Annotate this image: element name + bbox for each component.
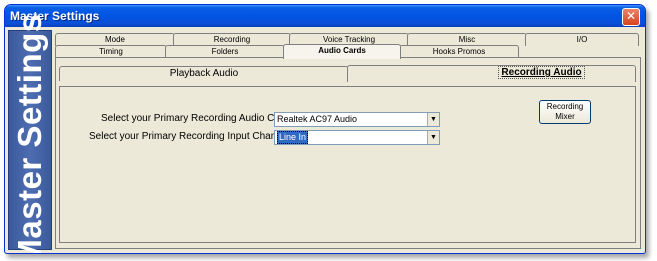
card-label: Select your Primary Recording Audio Card — [101, 113, 289, 124]
sidebar-text: Master Settings — [11, 13, 48, 254]
input-channel-value: Line In — [277, 131, 309, 144]
title-bar: Master Settings ✕ — [5, 5, 645, 27]
mixer-button-line2: Mixer — [555, 112, 575, 121]
audio-card-value: Realtek AC97 Audio — [277, 114, 358, 124]
input-channel-select[interactable]: Line In ▼ — [274, 130, 440, 145]
mixer-button-line1: Recording — [546, 102, 584, 111]
close-icon[interactable]: ✕ — [622, 8, 640, 26]
subtab-recording-label: Recording Audio — [498, 66, 585, 79]
tab-audio-cards[interactable]: Audio Cards — [283, 44, 401, 59]
chevron-down-icon[interactable]: ▼ — [427, 113, 439, 126]
sidebar-banner: Master Settings — [8, 13, 52, 253]
recording-mixer-button[interactable]: Recording Mixer — [539, 100, 591, 124]
audio-card-select[interactable]: Realtek AC97 Audio ▼ — [274, 112, 440, 127]
master-settings-window: Master Settings ✕ Master Settings Mode R… — [4, 4, 646, 254]
chevron-down-icon[interactable]: ▼ — [427, 131, 439, 144]
channel-label: Select your Primary Recording Input Chan… — [89, 131, 290, 142]
subtab-playback-audio[interactable]: Playback Audio — [59, 66, 349, 81]
subtab-playback-label: Playback Audio — [169, 68, 239, 79]
subtab-recording-audio[interactable]: Recording Audio — [347, 65, 636, 82]
